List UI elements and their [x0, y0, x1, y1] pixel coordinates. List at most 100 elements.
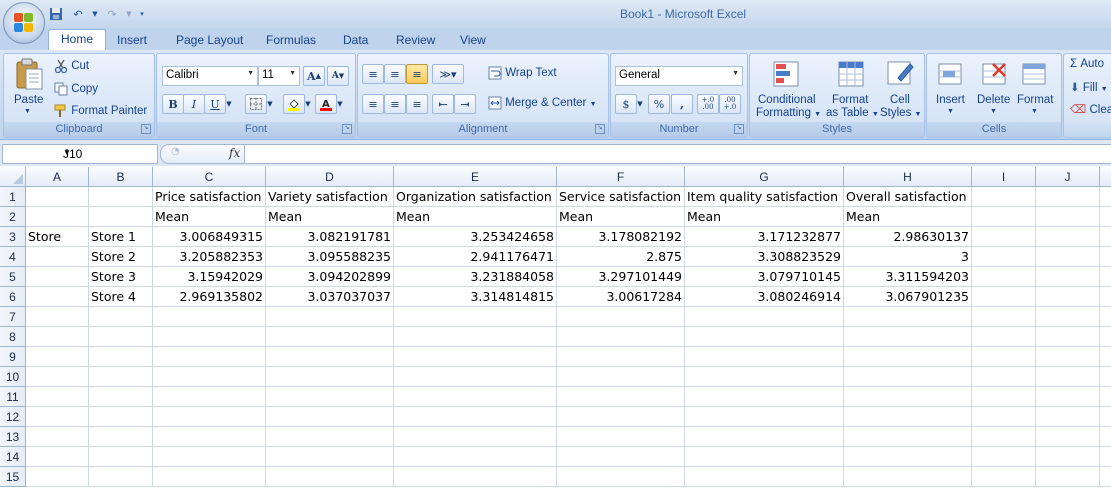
fill-color-icon[interactable] — [283, 94, 305, 114]
cell-i14[interactable] — [972, 447, 1036, 467]
cell-g2[interactable]: Mean — [685, 207, 844, 227]
cell-f11[interactable] — [557, 387, 685, 407]
save-icon[interactable] — [48, 6, 64, 22]
cell-f2[interactable]: Mean — [557, 207, 685, 227]
underline-icon[interactable]: U — [204, 94, 226, 114]
cut-button[interactable]: Cut — [54, 59, 89, 74]
cell-e6[interactable]: 3.314814815 — [394, 287, 557, 307]
column-header-j[interactable]: J — [1036, 167, 1100, 187]
cell-j8[interactable] — [1036, 327, 1100, 347]
align-top-icon[interactable]: ≡ — [362, 64, 384, 84]
cell-b11[interactable] — [89, 387, 153, 407]
cell-f12[interactable] — [557, 407, 685, 427]
percent-button[interactable]: % — [648, 94, 670, 114]
copy-button[interactable]: Copy — [54, 82, 98, 96]
cell-a9[interactable] — [26, 347, 89, 367]
cell-i1[interactable] — [972, 187, 1036, 207]
select-all-button[interactable] — [0, 167, 26, 187]
paste-button[interactable]: Paste — [14, 94, 43, 106]
cell-i3[interactable] — [972, 227, 1036, 247]
cell-g11[interactable] — [685, 387, 844, 407]
cell-c9[interactable] — [153, 347, 266, 367]
font-name-select[interactable]: Calibri ▼ — [162, 66, 258, 86]
cell-e14[interactable] — [394, 447, 557, 467]
row-header-5[interactable]: 5 — [0, 267, 26, 287]
cell-a14[interactable] — [26, 447, 89, 467]
cell-b2[interactable] — [89, 207, 153, 227]
cell-overflow-12[interactable] — [1100, 407, 1111, 427]
cell-g10[interactable] — [685, 367, 844, 387]
cell-e2[interactable]: Mean — [394, 207, 557, 227]
format-as-table-button[interactable]: Format — [832, 94, 868, 106]
cell-styles-icon[interactable] — [884, 58, 916, 90]
cell-i9[interactable] — [972, 347, 1036, 367]
cell-d14[interactable] — [266, 447, 394, 467]
cell-f3[interactable]: 3.178082192 — [557, 227, 685, 247]
cell-h10[interactable] — [844, 367, 972, 387]
cell-f7[interactable] — [557, 307, 685, 327]
cell-j14[interactable] — [1036, 447, 1100, 467]
paste-dropdown-icon[interactable]: ▼ — [24, 108, 31, 115]
cell-b6[interactable]: Store 4 — [89, 287, 153, 307]
format-cells-icon[interactable] — [1019, 58, 1051, 90]
cell-c3[interactable]: 3.006849315 — [153, 227, 266, 247]
cell-d5[interactable]: 3.094202899 — [266, 267, 394, 287]
cell-a6[interactable] — [26, 287, 89, 307]
row-header-7[interactable]: 7 — [0, 307, 26, 327]
cell-i11[interactable] — [972, 387, 1036, 407]
cell-c2[interactable]: Mean — [153, 207, 266, 227]
redo-icon[interactable]: ↷ — [104, 6, 120, 22]
cell-b8[interactable] — [89, 327, 153, 347]
cell-h13[interactable] — [844, 427, 972, 447]
italic-icon[interactable]: I — [183, 94, 205, 114]
borders-icon[interactable] — [245, 94, 267, 114]
cell-f4[interactable]: 2.875 — [557, 247, 685, 267]
orientation-icon[interactable]: ≫▾ — [432, 64, 464, 84]
cell-g3[interactable]: 3.171232877 — [685, 227, 844, 247]
row-header-9[interactable]: 9 — [0, 347, 26, 367]
comma-button[interactable]: , — [671, 94, 693, 114]
row-header-13[interactable]: 13 — [0, 427, 26, 447]
cell-j5[interactable] — [1036, 267, 1100, 287]
cell-d7[interactable] — [266, 307, 394, 327]
cell-d8[interactable] — [266, 327, 394, 347]
cell-overflow-1[interactable] — [1100, 187, 1111, 207]
cell-e8[interactable] — [394, 327, 557, 347]
clipboard-launcher-icon[interactable]: ↘ — [141, 124, 151, 134]
column-header-i[interactable]: I — [972, 167, 1036, 187]
cell-j2[interactable] — [1036, 207, 1100, 227]
cell-i4[interactable] — [972, 247, 1036, 267]
conditional-formatting-line2[interactable]: Formatting ▼ — [756, 107, 821, 119]
tab-insert[interactable]: Insert — [117, 31, 147, 50]
conditional-formatting-button[interactable]: Conditional — [758, 94, 816, 106]
cell-e5[interactable]: 3.231884058 — [394, 267, 557, 287]
font-color-dropdown-icon[interactable]: ▼ — [335, 94, 345, 114]
row-header-4[interactable]: 4 — [0, 247, 26, 267]
row-header-8[interactable]: 8 — [0, 327, 26, 347]
column-header-g[interactable]: G — [685, 167, 844, 187]
delete-dropdown-icon[interactable]: ▼ — [990, 108, 997, 115]
currency-dropdown-icon[interactable]: ▼ — [635, 94, 645, 114]
cell-h6[interactable]: 3.067901235 — [844, 287, 972, 307]
bold-icon[interactable]: B — [162, 94, 184, 114]
row-header-12[interactable]: 12 — [0, 407, 26, 427]
delete-cells-icon[interactable] — [979, 58, 1011, 90]
wrap-text-button[interactable]: Wrap Text — [488, 66, 557, 80]
row-header-10[interactable]: 10 — [0, 367, 26, 387]
cell-b14[interactable] — [89, 447, 153, 467]
cell-h12[interactable] — [844, 407, 972, 427]
insert-cells-icon[interactable] — [935, 58, 967, 90]
cell-overflow-5[interactable] — [1100, 267, 1111, 287]
delete-button[interactable]: Delete — [977, 94, 1010, 106]
cell-b4[interactable]: Store 2 — [89, 247, 153, 267]
format-as-table-line2[interactable]: as Table ▼ — [826, 107, 879, 119]
cell-e7[interactable] — [394, 307, 557, 327]
cell-g6[interactable]: 3.080246914 — [685, 287, 844, 307]
number-format-select[interactable]: General ▼ — [615, 66, 743, 86]
customize-qat-icon[interactable]: ▾ — [138, 6, 146, 22]
font-size-select[interactable]: 11 ▼ — [258, 66, 300, 86]
cell-h9[interactable] — [844, 347, 972, 367]
cell-h15[interactable] — [844, 467, 972, 487]
cell-j1[interactable] — [1036, 187, 1100, 207]
cell-g1[interactable]: Item quality satisfaction — [685, 187, 844, 207]
